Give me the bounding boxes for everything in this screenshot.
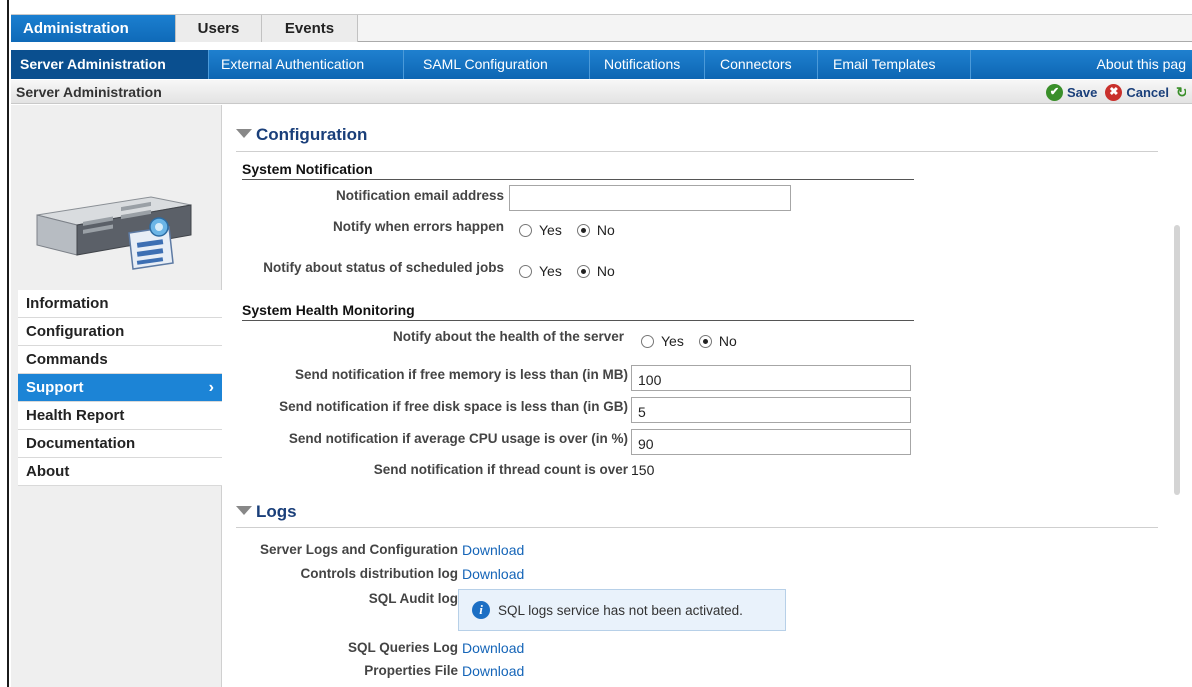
tab-administration[interactable]: Administration <box>11 15 176 42</box>
breadcrumb: Server Administration ✔ Save ✖ Cancel ↻ <box>11 80 1192 104</box>
radio-label: Yes <box>539 263 562 279</box>
tab-events[interactable]: Events <box>262 15 358 42</box>
divider <box>236 527 1158 528</box>
sidebar: Information Configuration Commands Suppo… <box>11 105 222 687</box>
notify-jobs-label: Notify about status of scheduled jobs <box>263 260 504 275</box>
controls-log-label: Controls distribution log <box>300 566 458 581</box>
memory-threshold-input[interactable] <box>631 365 911 391</box>
configuration-section-header[interactable]: Configuration <box>236 125 367 145</box>
notify-jobs-yes-radio[interactable] <box>519 264 532 278</box>
disk-label: Send notification if free disk space is … <box>279 399 628 414</box>
save-button[interactable]: Save <box>1067 85 1097 100</box>
refresh-icon[interactable]: ↻ <box>1176 84 1186 101</box>
subnav-server-administration[interactable]: Server Administration <box>11 50 209 79</box>
sidebar-item-about[interactable]: About <box>18 458 222 486</box>
sql-queries-label: SQL Queries Log <box>347 640 458 655</box>
collapse-triangle-icon <box>236 129 252 138</box>
sidebar-item-health-report[interactable]: Health Report <box>18 402 222 430</box>
notify-health-radio-group: Yes No <box>641 333 752 349</box>
radio-label: Yes <box>661 333 684 349</box>
radio-label: Yes <box>539 222 562 238</box>
sidebar-item-information[interactable]: Information <box>18 290 222 318</box>
notify-errors-label: Notify when errors happen <box>332 219 504 234</box>
properties-file-download-link[interactable]: Download <box>462 663 524 679</box>
sql-audit-message: SQL logs service has not been activated. <box>498 602 743 618</box>
notify-jobs-no-radio[interactable] <box>576 264 590 278</box>
server-logs-download-link[interactable]: Download <box>462 542 524 558</box>
notify-health-yes-radio[interactable] <box>641 334 654 348</box>
info-icon: i <box>472 601 490 619</box>
radio-label: No <box>718 333 737 349</box>
subnav-connectors[interactable]: Connectors <box>705 50 818 79</box>
sidebar-item-support[interactable]: Support › <box>18 374 222 402</box>
subnav-saml-configuration[interactable]: SAML Configuration <box>404 50 590 79</box>
notify-health-no-radio[interactable] <box>698 334 712 348</box>
server-icon <box>36 196 192 270</box>
disk-threshold-input[interactable] <box>631 397 911 423</box>
about-this-page-link[interactable]: About this pag <box>1096 50 1186 79</box>
logs-section-header[interactable]: Logs <box>236 502 297 522</box>
scrollbar[interactable] <box>1174 225 1180 495</box>
divider <box>242 320 914 321</box>
main-content: Configuration System Notification Notifi… <box>222 105 1184 687</box>
server-logs-label: Server Logs and Configuration <box>259 542 458 557</box>
section-title: Configuration <box>256 125 368 144</box>
cpu-label: Send notification if average CPU usage i… <box>288 431 628 446</box>
window-frame <box>0 0 9 687</box>
check-icon: ✔ <box>1045 83 1063 101</box>
notify-errors-yes-radio[interactable] <box>519 223 532 237</box>
divider <box>242 179 914 180</box>
notify-errors-radio-group: Yes No <box>519 222 630 238</box>
system-health-heading: System Health Monitoring <box>242 302 415 318</box>
sub-navigation: Server Administration External Authentic… <box>11 50 1192 79</box>
sidebar-item-configuration[interactable]: Configuration <box>18 318 222 346</box>
page-title: Server Administration <box>16 84 162 100</box>
divider <box>236 151 1158 152</box>
section-title: Logs <box>256 502 297 521</box>
thread-label: Send notification if thread count is ove… <box>373 462 628 477</box>
cancel-button[interactable]: Cancel <box>1126 85 1169 100</box>
sql-audit-info-box: i SQL logs service has not been activate… <box>458 589 786 631</box>
sidebar-item-label: Support <box>26 379 84 396</box>
email-field[interactable] <box>509 185 791 211</box>
thread-count-value: 150 <box>631 462 655 478</box>
radio-label: No <box>596 222 615 238</box>
sql-queries-download-link[interactable]: Download <box>462 640 524 656</box>
sql-audit-label: SQL Audit log <box>368 591 458 606</box>
system-notification-heading: System Notification <box>242 161 373 177</box>
chevron-right-icon: › <box>208 379 214 396</box>
radio-label: No <box>596 263 615 279</box>
cpu-threshold-input[interactable] <box>631 429 911 455</box>
email-label: Notification email address <box>335 188 504 203</box>
sidebar-item-documentation[interactable]: Documentation <box>18 430 222 458</box>
tab-users[interactable]: Users <box>176 15 262 42</box>
close-icon: ✖ <box>1105 83 1123 101</box>
subnav-email-templates[interactable]: Email Templates <box>818 50 971 79</box>
subnav-notifications[interactable]: Notifications <box>590 50 705 79</box>
notify-health-label: Notify about the health of the server <box>392 329 624 344</box>
properties-file-label: Properties File <box>364 663 458 678</box>
sidebar-item-commands[interactable]: Commands <box>18 346 222 374</box>
notify-errors-no-radio[interactable] <box>576 223 590 237</box>
notify-jobs-radio-group: Yes No <box>519 263 630 279</box>
top-tab-bar: Administration Users Events <box>11 14 1192 42</box>
memory-label: Send notification if free memory is less… <box>294 367 628 382</box>
collapse-triangle-icon <box>236 506 252 515</box>
controls-log-download-link[interactable]: Download <box>462 566 524 582</box>
subnav-external-authentication[interactable]: External Authentication <box>209 50 404 79</box>
